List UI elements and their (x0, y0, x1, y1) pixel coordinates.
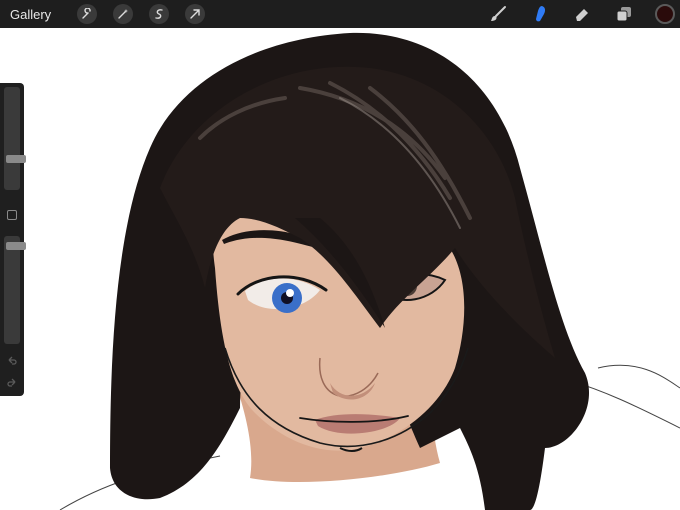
transform-arrow-icon (190, 9, 200, 19)
color-swatch-button[interactable] (655, 4, 675, 24)
eraser-icon (576, 9, 588, 21)
modify-button[interactable] (7, 210, 17, 220)
top-toolbar: Gallery (0, 0, 680, 28)
adjustments-button[interactable] (113, 4, 134, 24)
undo-icon[interactable] (6, 355, 18, 367)
brush-size-slider[interactable] (4, 87, 26, 190)
selection-button[interactable] (149, 4, 170, 24)
brush-size-thumb[interactable] (6, 155, 26, 163)
eraser-button[interactable] (571, 3, 593, 25)
left-eye-highlight (286, 289, 294, 297)
right-toolbar (487, 0, 680, 28)
brush-sidebar (0, 83, 26, 396)
layers-icon (616, 7, 631, 22)
opacity-thumb[interactable] (6, 242, 26, 250)
gallery-button[interactable]: Gallery (10, 7, 51, 22)
layers-button[interactable] (613, 3, 635, 25)
drawing-canvas[interactable] (0, 28, 680, 510)
brush-button[interactable] (487, 3, 509, 25)
smudge-button[interactable] (529, 3, 551, 25)
redo-icon[interactable] (6, 377, 18, 389)
smudge-icon (536, 6, 546, 22)
magic-wand-icon (118, 9, 129, 19)
transform-button[interactable] (185, 4, 206, 24)
actions-button[interactable] (77, 4, 98, 24)
selection-icon (155, 9, 163, 19)
opacity-slider[interactable] (4, 236, 26, 344)
wrench-icon (82, 8, 91, 19)
brush-icon (491, 6, 506, 21)
